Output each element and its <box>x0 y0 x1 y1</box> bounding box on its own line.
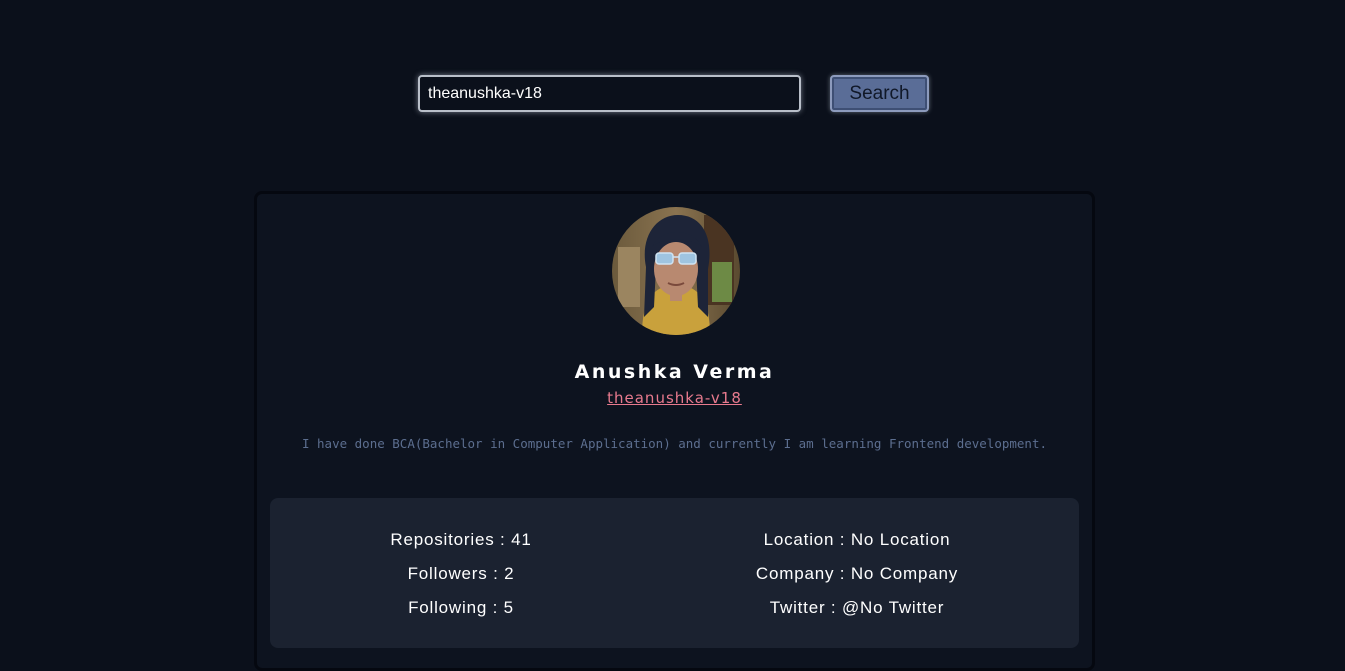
stat-twitter: Twitter : @No Twitter <box>769 598 945 617</box>
stats-panel: Repositories : 41 Followers : 2 Followin… <box>270 498 1079 648</box>
avatar-image <box>612 207 740 335</box>
avatar <box>612 207 740 335</box>
profile-login-link[interactable]: theanushka-v18 <box>257 389 1092 407</box>
stat-following: Following : 5 <box>408 598 514 617</box>
profile-name: Anushka Verma <box>574 361 775 383</box>
profile-card: Anushka Verma theanushka-v18 I have done… <box>254 191 1095 671</box>
search-input[interactable] <box>418 75 801 112</box>
profile-bio: I have done BCA(Bachelor in Computer App… <box>301 436 1048 451</box>
search-bar: Search <box>0 0 1345 150</box>
stat-repositories: Repositories : 41 <box>390 530 532 549</box>
search-button[interactable]: Search <box>830 75 929 112</box>
stat-company: Company : No Company <box>755 564 959 583</box>
stat-followers: Followers : 2 <box>407 564 515 583</box>
stat-location: Location : No Location <box>763 530 951 549</box>
